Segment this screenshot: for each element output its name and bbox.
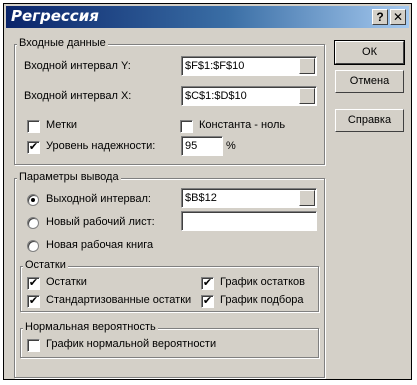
- input-x-label: Входной интервал X:: [24, 90, 132, 102]
- residuals-checkbox[interactable]: ✔: [27, 277, 40, 290]
- output-range-collapse-button[interactable]: [299, 190, 315, 206]
- confidence-checkbox[interactable]: ✔: [27, 141, 40, 154]
- output-range-label: Выходной интервал:: [46, 193, 151, 205]
- line-fit-label: График подбора: [220, 294, 304, 306]
- input-group-legend: Входные данные: [17, 37, 108, 49]
- confidence-field[interactable]: 95: [181, 136, 223, 156]
- output-range-radio[interactable]: [27, 194, 39, 206]
- residual-plot-label: График остатков: [220, 276, 305, 288]
- normal-plot-checkbox[interactable]: [27, 339, 40, 352]
- new-sheet-radio[interactable]: [27, 217, 39, 229]
- std-residuals-checkbox[interactable]: ✔: [27, 295, 40, 308]
- help-button[interactable]: Справка: [335, 109, 404, 132]
- new-sheet-field[interactable]: [181, 211, 317, 231]
- output-group-legend: Параметры вывода: [17, 171, 121, 183]
- constant-zero-label: Константа - ноль: [199, 119, 286, 131]
- input-x-collapse-button[interactable]: [299, 88, 315, 104]
- cancel-button[interactable]: Отмена: [335, 70, 404, 93]
- residuals-label: Остатки: [46, 276, 87, 288]
- window-title: Регрессия: [11, 7, 99, 25]
- close-button[interactable]: ✕: [390, 9, 406, 25]
- input-y-label: Входной интервал Y:: [24, 60, 131, 72]
- input-y-collapse-button[interactable]: [299, 58, 315, 74]
- output-range-field[interactable]: $B$12: [181, 188, 317, 208]
- constant-zero-checkbox[interactable]: [180, 120, 193, 133]
- residual-plot-checkbox[interactable]: ✔: [201, 277, 214, 290]
- percent-label: %: [226, 140, 236, 152]
- normal-plot-label: График нормальной вероятности: [46, 338, 217, 350]
- labels-checkbox[interactable]: [27, 120, 40, 133]
- new-sheet-label: Новый рабочий лист:: [46, 216, 155, 228]
- new-workbook-radio[interactable]: [27, 240, 39, 252]
- close-icon: ✕: [392, 10, 404, 24]
- input-y-field[interactable]: $F$1:$F$10: [181, 56, 317, 76]
- regression-dialog: Регрессия ? ✕ Входные данные Входной инт…: [3, 3, 412, 380]
- labels-label: Метки: [46, 119, 78, 131]
- ok-button[interactable]: ОК: [334, 40, 405, 65]
- line-fit-checkbox[interactable]: ✔: [201, 295, 214, 308]
- question-icon: ?: [376, 10, 384, 24]
- new-workbook-label: Новая рабочая книга: [46, 239, 154, 251]
- residuals-group-legend: Остатки: [23, 259, 68, 271]
- confidence-label: Уровень надежности:: [46, 140, 156, 152]
- help-title-button[interactable]: ?: [372, 9, 388, 25]
- normal-group-legend: Нормальная вероятность: [23, 321, 158, 333]
- std-residuals-label: Стандартизованные остатки: [46, 294, 192, 306]
- title-bar[interactable]: Регрессия ? ✕: [6, 6, 409, 28]
- input-x-field[interactable]: $C$1:$D$10: [181, 86, 317, 106]
